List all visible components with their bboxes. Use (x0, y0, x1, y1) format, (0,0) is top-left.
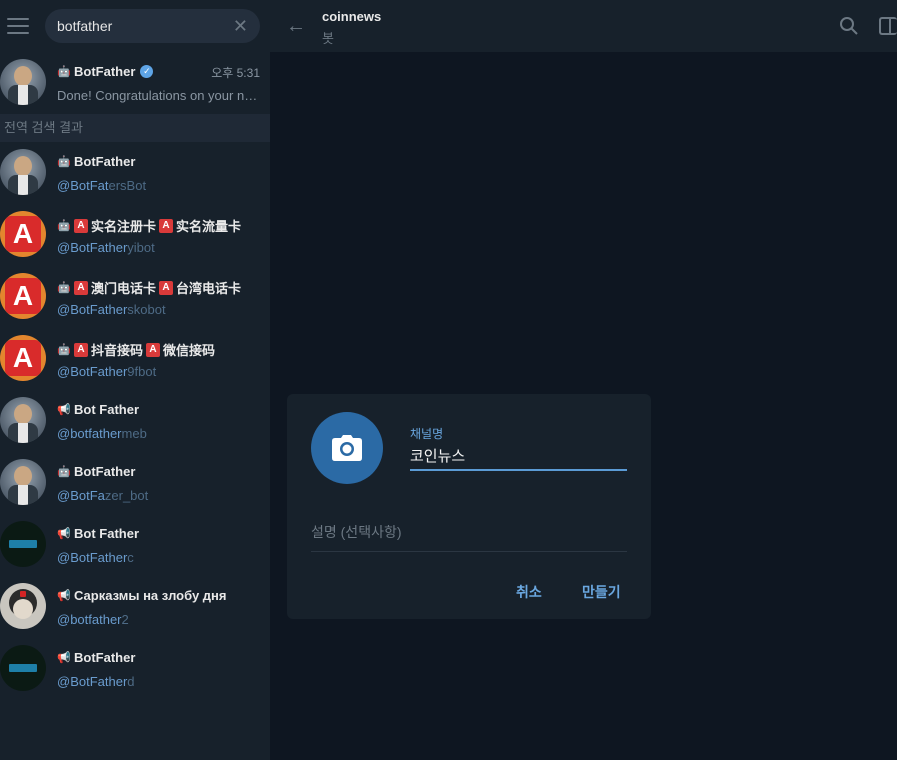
avatar: A (0, 211, 46, 257)
channel-name-input[interactable]: 코인뉴스 (410, 445, 627, 471)
red-a-icon: A (159, 280, 174, 295)
result-handle-match: @BotFa (57, 488, 105, 503)
bot-icon: 🤖 (57, 282, 71, 294)
avatar: A (0, 273, 46, 319)
channel-description-input[interactable]: 설명 (선택사항) (311, 522, 627, 552)
result-title: Bot Father (74, 526, 139, 541)
result-handle-rest: 9fbot (127, 364, 157, 379)
result-title: BotFather (74, 464, 136, 479)
chat-title: BotFather (74, 64, 136, 79)
bot-icon: 🤖 (57, 156, 71, 168)
result-item[interactable]: A 🤖 A 澳门电话卡 A 台湾电话卡 @BotFatherskobot (0, 266, 270, 328)
result-item[interactable]: 📢 Сарказмы на злобу дня @botfather2 (0, 576, 270, 638)
menu-icon[interactable] (7, 18, 29, 34)
back-arrow-icon[interactable]: ← (286, 15, 306, 38)
avatar (0, 521, 46, 567)
result-item[interactable]: 🤖 BotFather @BotFatersBot (0, 142, 270, 204)
result-item[interactable]: A 🤖 A 实名注册卡 A 实名流量卡 @BotFatheryibot (0, 204, 270, 266)
clear-search-icon[interactable]: ✕ (233, 17, 248, 35)
chat-header: ← coinnews 봇 (270, 0, 897, 52)
result-item[interactable]: 📢 Bot Father @BotFatherc (0, 514, 270, 576)
result-handle-match: @BotFather (57, 550, 128, 565)
result-handle-rest: c (127, 550, 134, 565)
bot-icon: 🤖 (57, 466, 71, 478)
channel-name-label: 채널명 (410, 427, 444, 441)
channel-photo-button[interactable] (311, 412, 383, 484)
search-query[interactable]: botfather (57, 18, 112, 34)
result-title: 澳门电话卡 (91, 281, 157, 296)
result-handle-match: @BotFather (57, 240, 128, 255)
result-handle-match: @BotFather (57, 302, 128, 317)
red-a-icon: A (159, 218, 174, 233)
result-handle-match: @BotFather (57, 364, 128, 379)
result-item[interactable]: A 🤖 A 抖音接码 A 微信接码 @BotFather9fbot (0, 328, 270, 390)
channel-icon: 📢 (57, 652, 71, 664)
avatar (0, 459, 46, 505)
result-handle-rest: ersBot (108, 178, 147, 193)
bot-icon: 🤖 (57, 344, 71, 356)
result-item[interactable]: 📢 BotFather @BotFatherd (0, 638, 270, 700)
channel-icon: 📢 (57, 590, 71, 602)
avatar (0, 149, 46, 195)
search-icon[interactable] (839, 16, 859, 36)
bot-icon: 🤖 (57, 220, 71, 232)
chat-header-subtitle: 봇 (322, 31, 334, 46)
result-handle-rest: zer_bot (104, 488, 149, 503)
side-panel-icon[interactable] (879, 17, 897, 35)
red-a-icon: A (146, 342, 161, 357)
result-handle-rest: 2 (121, 612, 129, 627)
chat-time: 오후 5:31 (211, 66, 260, 80)
result-handle-match: @BotFat (57, 178, 109, 193)
result-title: Bot Father (74, 402, 139, 417)
result-title: 实名注册卡 (91, 219, 157, 234)
result-handle-rest: skobot (127, 302, 166, 317)
result-title: Сарказмы на злобу дня (74, 588, 227, 603)
result-title-2: 微信接码 (163, 343, 216, 358)
result-title: BotFather (74, 650, 136, 665)
search-input[interactable]: botfather ✕ (45, 9, 260, 43)
cancel-button[interactable]: 취소 (516, 582, 542, 602)
chat-last-message: Done! Congratulations on your new bot (57, 88, 260, 103)
chat-item-botfather[interactable]: 🤖 BotFather ✓ 오후 5:31 Done! Congratulati… (0, 52, 270, 114)
chat-sidebar: botfather ✕ 🤖 BotFather ✓ 오후 5:31 Done! … (0, 0, 270, 760)
camera-icon (332, 435, 362, 461)
chat-header-title[interactable]: coinnews (322, 9, 381, 24)
result-handle-rest: yibot (127, 240, 155, 255)
sidebar-topbar: botfather ✕ (0, 0, 270, 52)
bot-icon: 🤖 (57, 66, 71, 78)
create-button[interactable]: 만들기 (582, 582, 621, 602)
result-title-2: 实名流量卡 (176, 219, 242, 234)
create-channel-dialog: 채널명 코인뉴스 설명 (선택사항) 취소 만들기 (287, 394, 651, 619)
result-item[interactable]: 🤖 BotFather @BotFazer_bot (0, 452, 270, 514)
result-title: 抖音接码 (91, 343, 144, 358)
global-search-section-label: 전역 검색 결과 (0, 114, 270, 142)
avatar (0, 59, 46, 105)
avatar (0, 645, 46, 691)
result-title-2: 台湾电话卡 (176, 281, 242, 296)
result-title: BotFather (74, 154, 136, 169)
red-a-icon: A (74, 342, 88, 357)
channel-icon: 📢 (57, 528, 71, 540)
result-item[interactable]: 📢 Bot Father @botfathermeb (0, 390, 270, 452)
avatar: A (0, 335, 46, 381)
verified-icon: ✓ (140, 65, 154, 78)
avatar (0, 397, 46, 443)
result-handle-rest: d (127, 674, 135, 689)
result-handle-match: @botfather (57, 426, 122, 441)
result-handle-rest: meb (121, 426, 147, 441)
channel-icon: 📢 (57, 404, 71, 416)
red-a-icon: A (74, 218, 88, 233)
avatar (0, 583, 46, 629)
result-handle-match: @BotFather (57, 674, 128, 689)
red-a-icon: A (74, 280, 88, 295)
result-handle-match: @botfather (57, 612, 122, 627)
